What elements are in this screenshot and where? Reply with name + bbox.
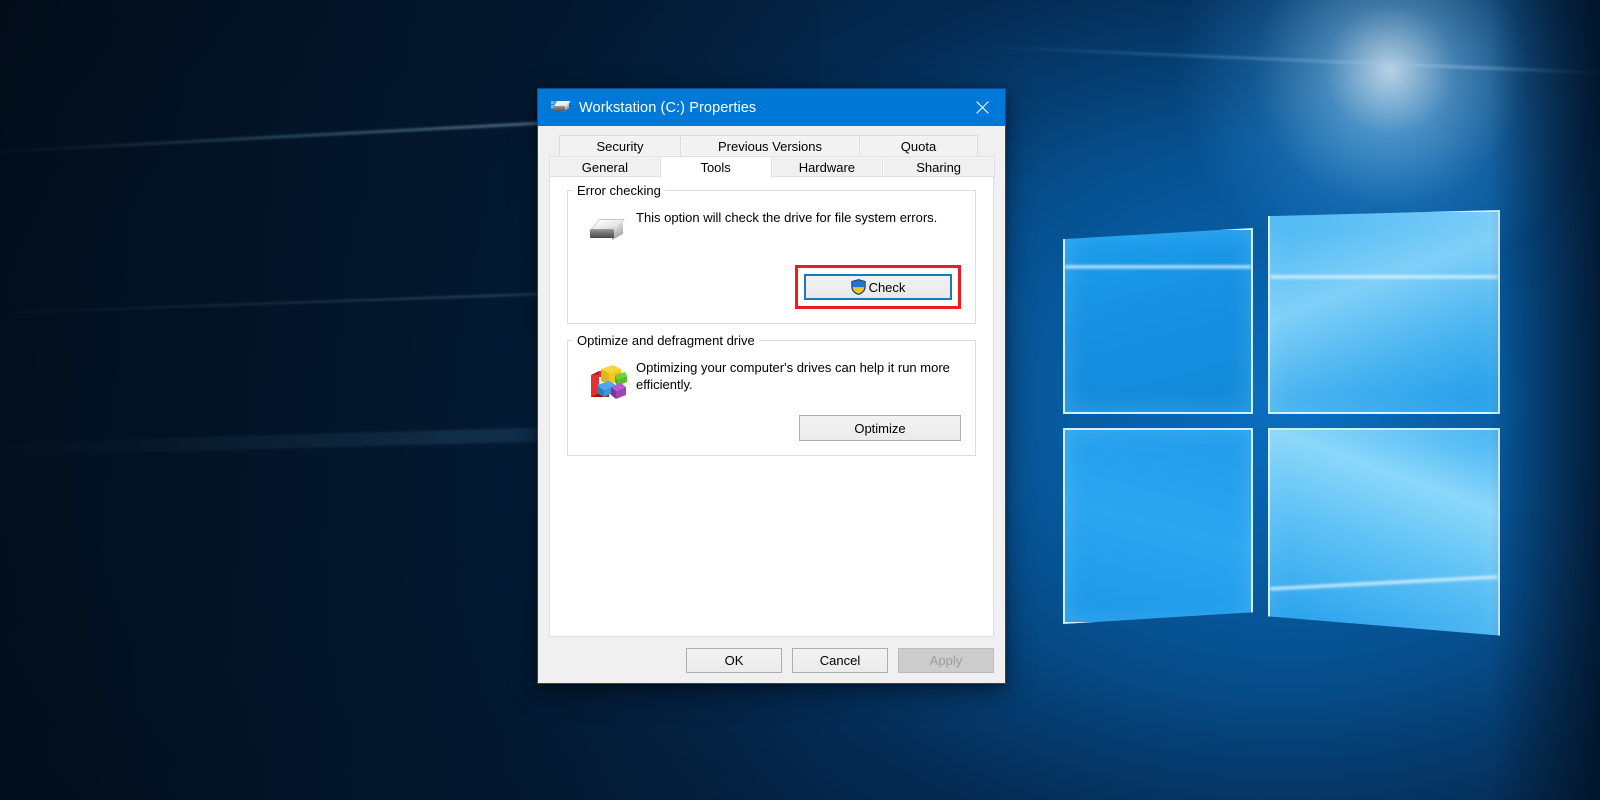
tab-sharing[interactable]: Sharing: [882, 156, 995, 178]
tab-tools[interactable]: Tools: [659, 156, 772, 178]
dialog-footer: OK Cancel Apply: [538, 637, 1005, 683]
ok-button[interactable]: OK: [686, 647, 782, 673]
tab-label: Previous Versions: [717, 138, 823, 154]
tab-row-1: Security Previous Versions Quota: [549, 135, 994, 156]
drive-properties-dialog: Workstation (C:) Properties Security Pre…: [537, 88, 1006, 684]
hard-drive-icon: [582, 207, 632, 255]
tab-label: Security: [596, 138, 644, 154]
windows-logo-pane-bottom-left: [1063, 428, 1253, 624]
tab-security[interactable]: Security: [559, 135, 681, 156]
tab-quota[interactable]: Quota: [859, 135, 978, 156]
close-icon[interactable]: [959, 89, 1005, 126]
group-optimize-defragment: Optimize and defragment drive Optimizing…: [567, 333, 976, 456]
dialog-titlebar[interactable]: Workstation (C:) Properties: [538, 89, 1005, 126]
tab-label: Quota: [900, 138, 937, 154]
hard-drive-icon: [551, 100, 571, 116]
group-error-checking: Error checking This option will check th…: [567, 183, 976, 324]
windows-logo-pane-bottom-right: [1268, 428, 1500, 636]
windows-logo-pane-top-left: [1063, 228, 1253, 414]
tabstrip: Security Previous Versions Quota General…: [549, 135, 995, 178]
ok-button-label: OK: [724, 652, 744, 668]
cancel-button-label: Cancel: [819, 652, 861, 668]
tab-label: Hardware: [798, 160, 856, 175]
check-button-label: Check: [868, 279, 906, 295]
check-button[interactable]: Check: [804, 274, 952, 300]
tab-label: Tools: [700, 159, 731, 175]
group-legend: Optimize and defragment drive: [573, 333, 759, 348]
tab-label: General: [581, 160, 628, 175]
windows-logo-pane-top-right: [1268, 210, 1500, 414]
tab-label: Sharing: [916, 160, 962, 175]
cancel-button[interactable]: Cancel: [792, 647, 888, 673]
apply-button: Apply: [898, 647, 994, 673]
defragment-icon: [582, 357, 632, 405]
check-button-highlight: Check: [795, 265, 961, 309]
tab-hardware[interactable]: Hardware: [770, 156, 884, 178]
apply-button-label: Apply: [929, 652, 963, 668]
tab-row-2: General Tools Hardware Sharing: [549, 156, 995, 178]
error-checking-description: This option will check the drive for fil…: [636, 210, 938, 225]
optimize-description: Optimizing your computer's drives can he…: [636, 360, 950, 392]
dialog-title: Workstation (C:) Properties: [579, 99, 757, 116]
wallpaper-right-shadow: [1490, 0, 1600, 800]
tab-general[interactable]: General: [549, 156, 661, 178]
uac-shield-icon: [850, 279, 866, 295]
tab-panel-tools: Error checking This option will check th…: [549, 176, 994, 637]
tab-previous-versions[interactable]: Previous Versions: [680, 135, 860, 156]
group-legend: Error checking: [573, 183, 665, 198]
optimize-button[interactable]: Optimize: [799, 415, 961, 441]
dialog-body: Security Previous Versions Quota General…: [538, 126, 1005, 637]
optimize-button-label: Optimize: [854, 420, 906, 436]
